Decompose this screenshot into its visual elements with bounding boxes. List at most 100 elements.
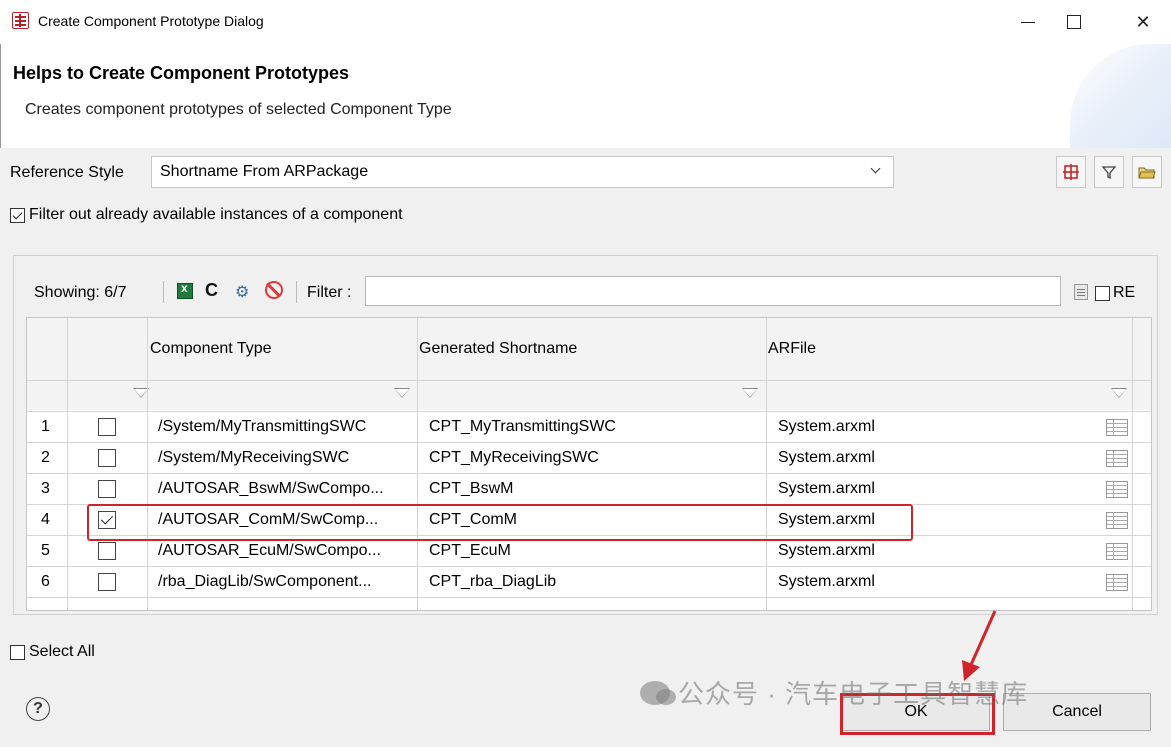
row-number: 6 xyxy=(41,573,50,590)
shortname-cell[interactable]: CPT_MyReceivingSWC xyxy=(429,449,599,467)
arfile-cell: System.arxml xyxy=(778,542,875,559)
grid-divider xyxy=(1132,318,1133,610)
refresh-icon[interactable]: C xyxy=(205,280,218,301)
column-header-generated-shortname[interactable]: Generated Shortname xyxy=(419,340,577,358)
chevron-down-icon xyxy=(871,165,881,175)
annotation-arrow-icon xyxy=(962,610,997,681)
funnel-icon xyxy=(1101,166,1117,180)
column-header-component-type[interactable]: Component Type xyxy=(150,340,272,358)
shortname-cell[interactable]: CPT_EcuM xyxy=(429,542,511,560)
filter-instances-label: Filter out already available instances o… xyxy=(29,206,403,223)
component-type-cell: /rba_DiagLib/SwComponent... xyxy=(158,573,372,590)
grid-divider xyxy=(27,473,1151,474)
table-row[interactable]: 1 /System/MyTransmittingSWC CPT_MyTransm… xyxy=(27,412,1151,443)
row-checkbox[interactable] xyxy=(98,573,116,591)
reference-style-label: Reference Style xyxy=(10,164,124,181)
filter-tool-button[interactable] xyxy=(1094,156,1124,188)
arfile-cell: System.arxml xyxy=(778,573,875,590)
component-type-cell: /AUTOSAR_EcuM/SwCompo... xyxy=(158,542,381,559)
grid-tool-button[interactable] xyxy=(1056,156,1086,188)
grid-divider xyxy=(27,411,1151,412)
minimize-button[interactable] xyxy=(1005,4,1051,40)
row-number: 2 xyxy=(41,449,50,466)
clear-text-icon[interactable] xyxy=(1074,284,1088,300)
select-all-checkbox[interactable] xyxy=(10,644,25,660)
table-row[interactable]: 2 /System/MyReceivingSWC CPT_MyReceiving… xyxy=(27,443,1151,474)
open-folder-button[interactable] xyxy=(1132,156,1162,188)
table-row[interactable]: 3 /AUTOSAR_BswM/SwCompo... CPT_BswM Syst… xyxy=(27,474,1151,505)
title-bar: Create Component Prototype Dialog ✕ xyxy=(0,0,1171,44)
filter-instances-row[interactable]: Filter out already available instances o… xyxy=(10,206,403,224)
folder-icon xyxy=(1138,167,1156,179)
grid-divider xyxy=(67,318,68,610)
column-filter-icon[interactable] xyxy=(394,388,410,402)
filter-instances-checkbox[interactable] xyxy=(10,207,25,223)
component-type-cell: /AUTOSAR_BswM/SwCompo... xyxy=(158,480,384,497)
row-checkbox[interactable] xyxy=(98,542,116,560)
shortname-cell[interactable]: CPT_rba_DiagLib xyxy=(429,573,556,591)
column-filter-icon[interactable] xyxy=(742,388,758,402)
maximize-button[interactable] xyxy=(1051,4,1097,40)
component-type-cell: /System/MyTransmittingSWC xyxy=(158,418,367,435)
row-number: 3 xyxy=(41,480,50,497)
component-table: Component Type Generated Shortname ARFil… xyxy=(26,317,1152,611)
regex-toggle[interactable]: RE xyxy=(1095,284,1135,302)
app-icon xyxy=(12,12,29,29)
gear-icon[interactable]: ⚙ xyxy=(235,282,249,302)
close-button[interactable]: ✕ xyxy=(1120,4,1166,40)
table-icon[interactable] xyxy=(1106,543,1128,560)
table-icon[interactable] xyxy=(1106,419,1128,436)
component-type-cell: /System/MyReceivingSWC xyxy=(158,449,350,466)
table-icon[interactable] xyxy=(1106,574,1128,591)
shortname-cell[interactable]: CPT_MyTransmittingSWC xyxy=(429,418,616,436)
grid-divider xyxy=(27,597,1151,598)
reference-style-value: Shortname From ARPackage xyxy=(160,163,369,180)
column-filter-icon[interactable] xyxy=(1111,388,1127,402)
header-title: Helps to Create Component Prototypes xyxy=(13,63,350,83)
row-checkbox[interactable] xyxy=(98,418,116,436)
row-checkbox[interactable] xyxy=(98,480,116,498)
shortname-cell[interactable]: CPT_BswM xyxy=(429,480,513,498)
grid-divider xyxy=(27,566,1151,567)
clear-filters-icon[interactable] xyxy=(265,281,283,299)
row-number: 5 xyxy=(41,542,50,559)
filter-label: Filter : xyxy=(307,284,352,301)
wechat-icon xyxy=(640,680,676,705)
header-border xyxy=(0,44,1,148)
regex-checkbox[interactable] xyxy=(1095,285,1110,301)
table-icon[interactable] xyxy=(1106,450,1128,467)
help-icon[interactable]: ? xyxy=(26,697,50,721)
reference-style-dropdown[interactable]: Shortname From ARPackage xyxy=(151,156,894,188)
watermark: 公众号 · 汽车电子工具智慧库 xyxy=(640,674,1028,711)
arfile-cell: System.arxml xyxy=(778,480,875,497)
table-row[interactable]: 6 /rba_DiagLib/SwComponent... CPT_rba_Di… xyxy=(27,567,1151,598)
row-number: 4 xyxy=(41,511,50,528)
excel-export-icon[interactable] xyxy=(177,281,193,299)
toolbar-divider xyxy=(296,281,297,303)
selected-row-highlight xyxy=(87,504,913,541)
column-header-arfile[interactable]: ARFile xyxy=(768,340,816,358)
watermark-text: 公众号 · 汽车电子工具智慧库 xyxy=(678,679,1029,709)
showing-count: Showing: 6/7 xyxy=(34,284,127,301)
select-all-row[interactable]: Select All xyxy=(10,643,95,661)
header-decoration xyxy=(1070,44,1171,148)
column-filter-row xyxy=(27,380,1151,410)
select-all-label: Select All xyxy=(29,643,95,660)
filter-input[interactable] xyxy=(365,276,1061,306)
arfile-cell: System.arxml xyxy=(778,449,875,466)
grid-divider xyxy=(417,318,418,610)
header-subtitle: Creates component prototypes of selected… xyxy=(25,101,452,118)
arfile-cell: System.arxml xyxy=(778,418,875,435)
table-icon[interactable] xyxy=(1106,481,1128,498)
table-icon[interactable] xyxy=(1106,512,1128,529)
dialog-header: Helps to Create Component Prototypes Cre… xyxy=(0,44,1171,148)
table-header: Component Type Generated Shortname ARFil… xyxy=(27,318,1151,380)
grid-divider xyxy=(27,380,1151,381)
window-title: Create Component Prototype Dialog xyxy=(38,13,264,29)
grid-icon xyxy=(1063,164,1079,180)
grid-divider xyxy=(27,442,1151,443)
row-checkbox[interactable] xyxy=(98,449,116,467)
toolbar-divider xyxy=(163,281,164,303)
grid-divider xyxy=(766,318,767,610)
regex-label: RE xyxy=(1113,284,1136,301)
